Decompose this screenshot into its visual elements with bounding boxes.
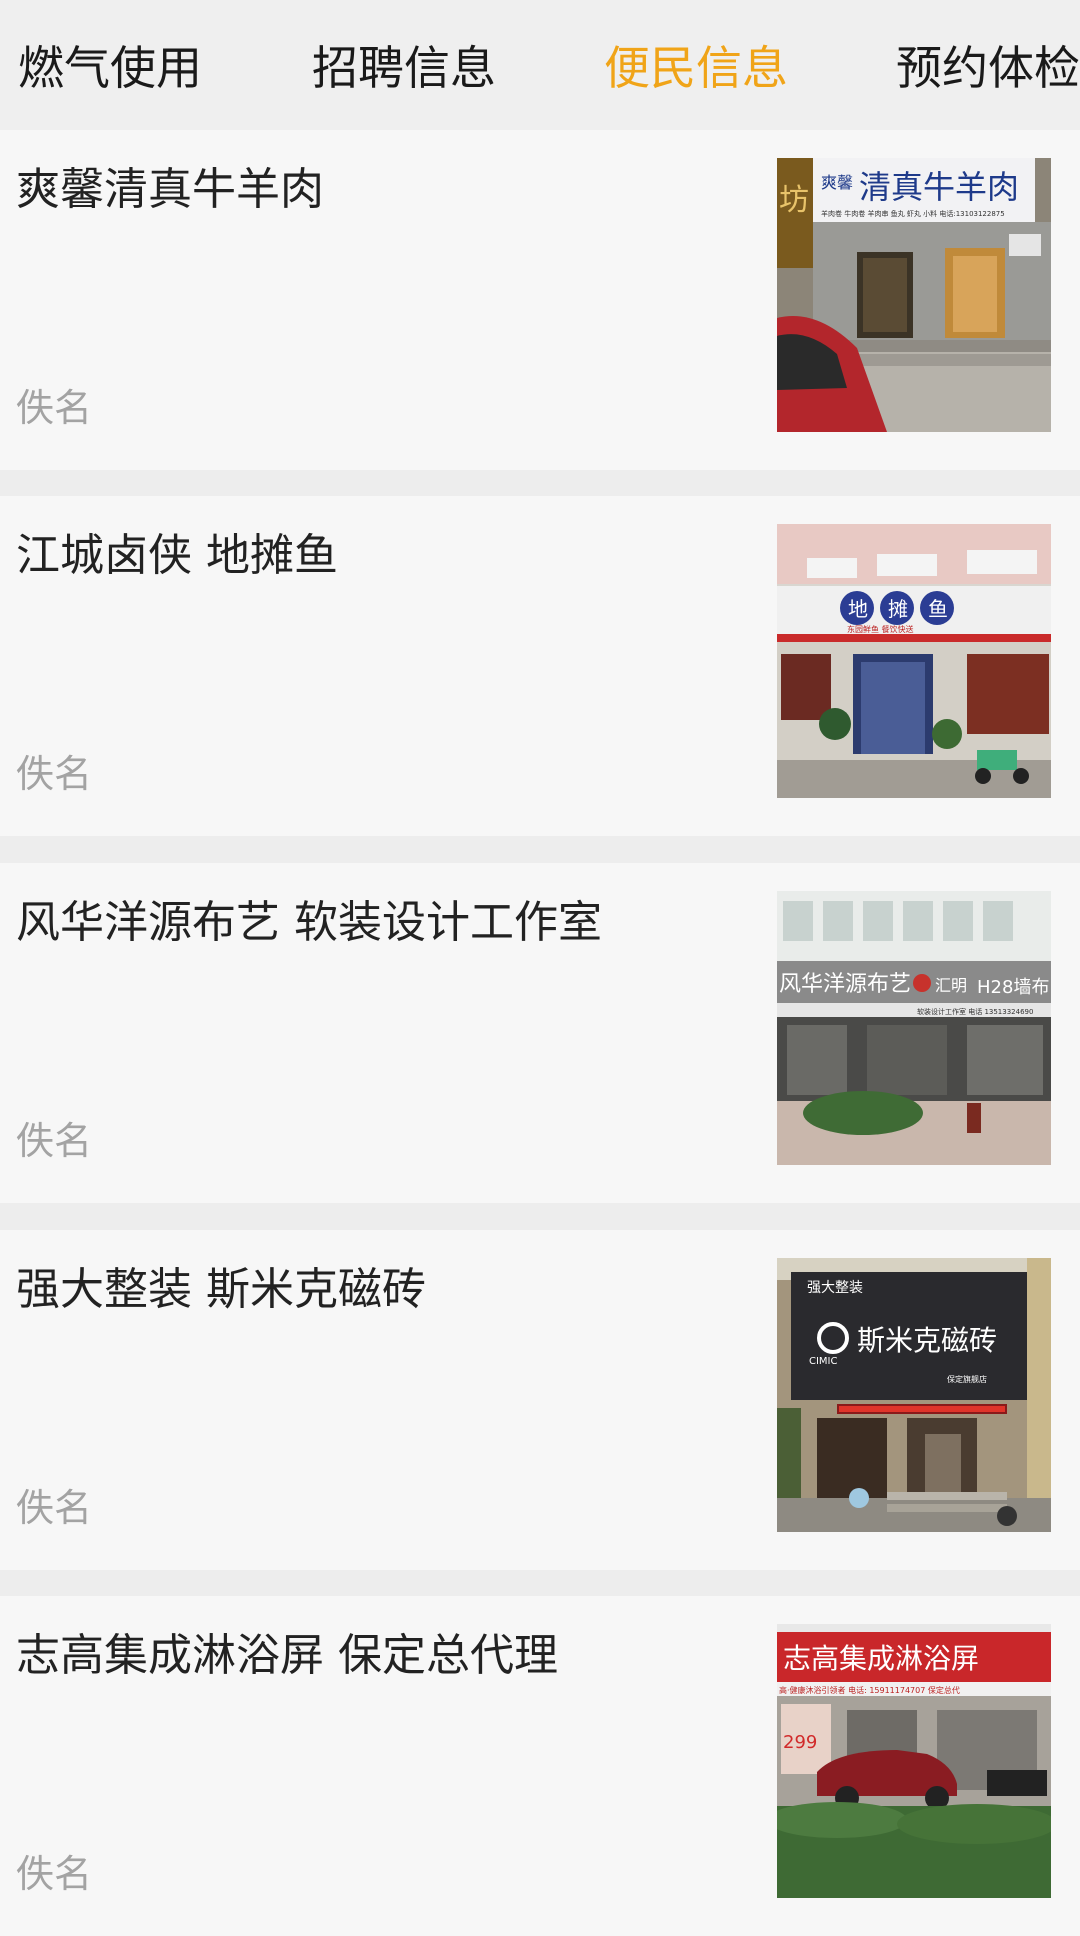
sign-main-text: 清真牛羊肉 <box>859 168 1019 206</box>
article-card[interactable]: 志高集成淋浴屏 保定总代理 佚名 志高集成淋浴屏 高·健康沐浴引领者 电话: 1… <box>0 1596 1080 1936</box>
sign-char: 地 <box>848 597 868 621</box>
article-thumbnail: 志高集成淋浴屏 高·健康沐浴引领者 电话: 15911174707 保定总代 2… <box>777 1624 1051 1898</box>
sign-side-text: 坊 <box>779 183 809 218</box>
article-author: 佚名 <box>16 752 93 796</box>
sign-main-text: 风华洋源布艺 <box>779 972 911 997</box>
article-thumbnail: 风华洋源布艺 汇明 H28墙布 软装设计工作室 电话 13513324690 <box>777 891 1051 1165</box>
sign-main-text: 斯米克磁砖 <box>857 1324 997 1357</box>
tab-recruitment-info[interactable]: 招聘信息 <box>312 40 496 96</box>
category-tab-bar: 燃气使用 招聘信息 便民信息 预约体检 <box>0 0 1080 130</box>
sign-sub-text: 羊肉卷 牛肉卷 羊肉串 鱼丸 虾丸 小料 电话:13103122875 <box>821 209 1005 218</box>
article-title: 江城卤侠 地摊鱼 <box>16 530 338 581</box>
sign-sub-text: 东园鲜鱼 餐饮快送 <box>847 624 914 634</box>
article-author: 佚名 <box>16 1119 93 1163</box>
sign-small-text: 爽馨 <box>821 173 853 192</box>
sign-main-text: 志高集成淋浴屏 <box>783 1642 979 1675</box>
sign-brand-text: CIMIC <box>809 1356 838 1367</box>
article-card[interactable]: 爽馨清真牛羊肉 佚名 坊 爽馨 清真牛羊肉 羊肉卷 牛肉卷 羊肉串 鱼丸 虾丸 … <box>0 130 1080 470</box>
sign-sub-text: 软装设计工作室 电话 13513324690 <box>917 1007 1033 1016</box>
sign-top-text: 强大整装 <box>807 1280 863 1296</box>
sign-brand-text: 汇明 <box>935 976 967 995</box>
article-card[interactable]: 江城卤侠 地摊鱼 佚名 地 摊 鱼 东园鲜鱼 餐饮快送 <box>0 496 1080 836</box>
promo-text: 299 <box>783 1732 817 1753</box>
tab-gas-usage[interactable]: 燃气使用 <box>18 40 202 96</box>
article-card[interactable]: 强大整装 斯米克磁砖 佚名 强大整装 CIMIC 斯米克磁砖 保定旗舰店 <box>0 1230 1080 1570</box>
article-title: 风华洋源布艺 软装设计工作室 <box>16 897 602 948</box>
article-title: 强大整装 斯米克磁砖 <box>16 1264 426 1315</box>
article-title: 爽馨清真牛羊肉 <box>16 164 324 215</box>
article-author: 佚名 <box>16 1486 93 1530</box>
tab-physical-exam-booking[interactable]: 预约体检 <box>896 40 1080 96</box>
sign-char: 摊 <box>888 597 908 621</box>
tab-convenience-info[interactable]: 便民信息 <box>604 40 788 96</box>
sign-sub-text: 保定旗舰店 <box>947 1374 987 1384</box>
sign-char: 鱼 <box>928 597 948 621</box>
article-card[interactable]: 风华洋源布艺 软装设计工作室 佚名 风华洋源布艺 汇明 H28墙布 软装设计工作… <box>0 863 1080 1203</box>
article-thumbnail: 强大整装 CIMIC 斯米克磁砖 保定旗舰店 <box>777 1258 1051 1532</box>
sign-right-text: H28墙布 <box>977 977 1049 998</box>
article-author: 佚名 <box>16 1852 93 1896</box>
article-thumbnail: 地 摊 鱼 东园鲜鱼 餐饮快送 <box>777 524 1051 798</box>
article-author: 佚名 <box>16 386 93 430</box>
article-thumbnail: 坊 爽馨 清真牛羊肉 羊肉卷 牛肉卷 羊肉串 鱼丸 虾丸 小料 电话:13103… <box>777 158 1051 432</box>
article-title: 志高集成淋浴屏 保定总代理 <box>16 1630 558 1681</box>
sign-sub-text: 高·健康沐浴引领者 电话: 15911174707 保定总代 <box>779 1685 960 1695</box>
